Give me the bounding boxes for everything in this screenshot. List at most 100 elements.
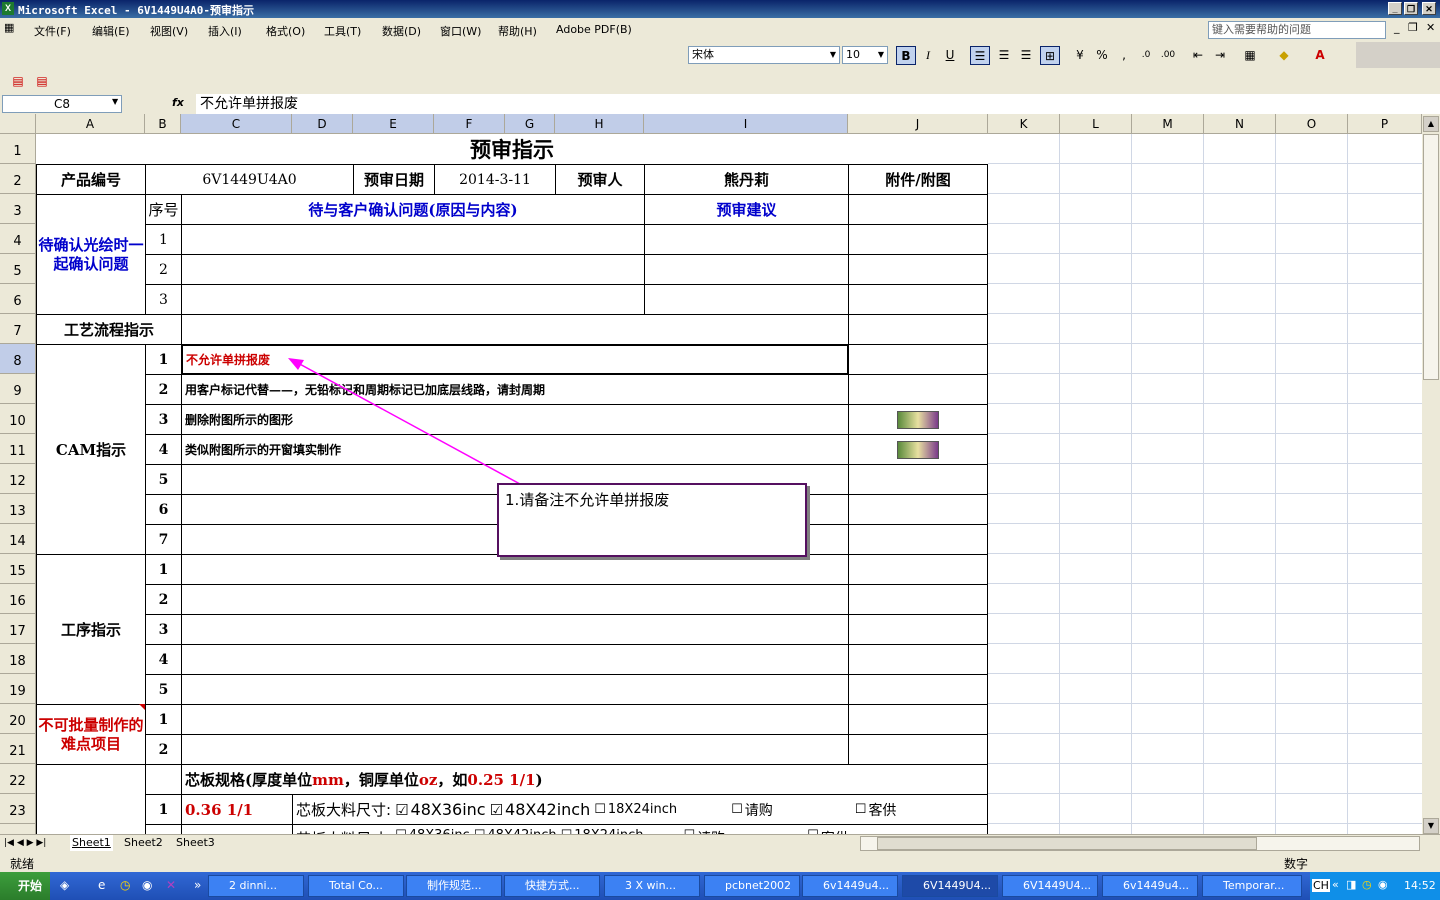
- tab-sheet1[interactable]: Sheet1: [70, 835, 113, 851]
- increase-decimal-icon[interactable]: .0: [1136, 46, 1156, 65]
- increase-indent-icon[interactable]: ⇥: [1210, 46, 1230, 65]
- worksheet-grid[interactable]: A B C D E F G H I J K L M N O P 1 2 3 4 …: [0, 114, 1422, 834]
- start-label: 开始: [18, 879, 43, 893]
- tab-sheet2[interactable]: Sheet2: [124, 835, 163, 851]
- task-item[interactable]: 6v1449u4...: [1102, 875, 1198, 897]
- tray-app-icon[interactable]: ◨: [1346, 878, 1356, 891]
- menu-format[interactable]: 格式(O): [266, 23, 305, 39]
- comment-arrow-head: [288, 358, 304, 370]
- vertical-scrollbar[interactable]: ▲ ▼: [1422, 114, 1440, 834]
- font-select[interactable]: 宋体 ▼: [688, 46, 840, 64]
- browser-icon[interactable]: e: [98, 878, 105, 892]
- decrease-indent-icon[interactable]: ⇤: [1188, 46, 1208, 65]
- web-icon[interactable]: ◉: [142, 878, 152, 892]
- system-tray: CH « ◨ ◷ ◉ 14:52: [1310, 872, 1440, 900]
- horizontal-scrollbar[interactable]: [860, 836, 1420, 851]
- percent-button[interactable]: %: [1092, 46, 1112, 65]
- menu-window[interactable]: 窗口(W): [440, 23, 481, 39]
- quicklaunch-icon[interactable]: ◈: [60, 878, 69, 892]
- comment-arrow: [288, 358, 521, 485]
- toolbar-area-blank: [70, 68, 1440, 94]
- menu-tools[interactable]: 工具(T): [324, 23, 361, 39]
- doc-close-button[interactable]: ✕: [1426, 21, 1435, 34]
- task-item[interactable]: 快捷方式...: [504, 875, 600, 897]
- task-item[interactable]: 2 dinni...: [208, 875, 304, 897]
- tab-sheet3[interactable]: Sheet3: [176, 835, 215, 851]
- menu-insert[interactable]: 插入(I): [208, 23, 242, 39]
- menu-edit[interactable]: 编辑(E): [92, 23, 130, 39]
- formula-bar: C8 ▼ fx 不允许单拼报废: [0, 94, 1440, 114]
- more-icon[interactable]: »: [194, 878, 201, 892]
- font-size-value: 10: [846, 48, 860, 61]
- task-item[interactable]: 制作规范...: [406, 875, 502, 897]
- doc-minimize-button[interactable]: _: [1394, 21, 1400, 34]
- help-search-input[interactable]: 键入需要帮助的问题: [1208, 21, 1386, 39]
- align-left-icon[interactable]: ☰: [970, 46, 990, 65]
- chevron-down-icon: ▼: [877, 50, 885, 59]
- task-item[interactable]: 6V1449U4...: [1002, 875, 1098, 897]
- task-item-active[interactable]: 6V1449U4...: [902, 875, 998, 897]
- tray-network-icon[interactable]: ◉: [1378, 878, 1388, 891]
- clock-app-icon[interactable]: ◷: [120, 878, 130, 892]
- bold-button[interactable]: B: [896, 46, 916, 65]
- underline-button[interactable]: U: [940, 46, 960, 65]
- align-center-icon[interactable]: ☰: [994, 46, 1014, 65]
- workbook-icon[interactable]: ▦: [4, 21, 14, 34]
- tab-first-icon[interactable]: |◀ ◀ ▶ ▶|: [4, 835, 46, 851]
- restore-button[interactable]: ❐: [1404, 2, 1418, 15]
- insert-function-button[interactable]: fx: [172, 96, 184, 109]
- toolbar-area: [0, 42, 680, 68]
- task-item[interactable]: Total Co...: [308, 875, 404, 897]
- task-item[interactable]: pcbnet2002: [704, 875, 800, 897]
- h-scroll-thumb[interactable]: [877, 837, 1257, 850]
- task-item[interactable]: 3 X win...: [604, 875, 700, 897]
- chevron-down-icon[interactable]: ▼: [112, 97, 118, 106]
- italic-button[interactable]: I: [918, 46, 938, 65]
- start-button[interactable]: 开始: [0, 872, 50, 900]
- scroll-thumb[interactable]: [1423, 134, 1439, 380]
- fill-color-icon[interactable]: ◆: [1274, 46, 1294, 65]
- status-mode: 数字: [1284, 857, 1309, 871]
- excel-icon: X: [2, 2, 14, 15]
- x-app-icon[interactable]: ✕: [166, 878, 176, 892]
- menu-adobe-pdf[interactable]: Adobe PDF(B): [556, 23, 632, 36]
- sheet-tab-bar: |◀ ◀ ▶ ▶| Sheet1 Sheet2 Sheet3: [0, 834, 1440, 853]
- window-title: Microsoft Excel - 6V1449U4A0-预审指示: [18, 4, 255, 17]
- tray-expand-icon[interactable]: «: [1332, 878, 1339, 891]
- minimize-button[interactable]: _: [1388, 2, 1402, 15]
- comma-button[interactable]: ,: [1114, 46, 1134, 65]
- status-bar: 就绪 数字: [0, 852, 1440, 872]
- taskbar-clock: 14:52: [1404, 879, 1436, 892]
- title-bar: X Microsoft Excel - 6V1449U4A0-预审指示 _ ❐ …: [0, 0, 1440, 18]
- task-item[interactable]: 6v1449u4...: [802, 875, 898, 897]
- menu-bar: ▦ 文件(F) 编辑(E) 视图(V) 插入(I) 格式(O) 工具(T) 数据…: [0, 18, 1440, 42]
- menu-data[interactable]: 数据(D): [382, 23, 421, 39]
- scroll-up-icon[interactable]: ▲: [1423, 116, 1439, 132]
- scroll-down-icon[interactable]: ▼: [1423, 818, 1439, 834]
- decrease-decimal-icon[interactable]: .00: [1158, 46, 1178, 65]
- close-button[interactable]: ✕: [1422, 2, 1436, 15]
- font-color-icon[interactable]: A: [1310, 46, 1330, 65]
- task-item[interactable]: Temporar...: [1202, 875, 1302, 897]
- language-indicator[interactable]: CH: [1312, 879, 1330, 892]
- doc-restore-button[interactable]: ❐: [1408, 21, 1418, 34]
- borders-icon[interactable]: ▦: [1240, 46, 1260, 65]
- formatting-toolbar: 宋体 ▼ 10 ▼ B I U ☰ ☰ ☰ ⊞ ¥ % , .0 .00 ⇤ ⇥…: [680, 42, 1356, 68]
- menu-view[interactable]: 视图(V): [150, 23, 188, 39]
- pdf-toolbar: ▤ ▤: [0, 68, 70, 94]
- name-box[interactable]: C8: [2, 95, 122, 113]
- font-value: 宋体: [692, 48, 714, 61]
- formula-input[interactable]: 不允许单拼报废: [196, 94, 1440, 114]
- merge-center-icon[interactable]: ⊞: [1040, 46, 1060, 65]
- pdf-email-icon[interactable]: ▤: [32, 72, 52, 91]
- currency-icon[interactable]: ¥: [1070, 46, 1090, 65]
- menu-file[interactable]: 文件(F): [34, 23, 71, 39]
- chevron-down-icon: ▼: [829, 50, 837, 59]
- menu-help[interactable]: 帮助(H): [498, 23, 537, 39]
- align-right-icon[interactable]: ☰: [1016, 46, 1036, 65]
- cell-comment-box[interactable]: 1.请备注不允许单拼报废: [497, 483, 807, 557]
- tray-clock-icon[interactable]: ◷: [1362, 878, 1372, 891]
- comment-arrow-line: [295, 361, 521, 485]
- font-size-select[interactable]: 10 ▼: [842, 46, 888, 64]
- pdf-convert-icon[interactable]: ▤: [8, 72, 28, 91]
